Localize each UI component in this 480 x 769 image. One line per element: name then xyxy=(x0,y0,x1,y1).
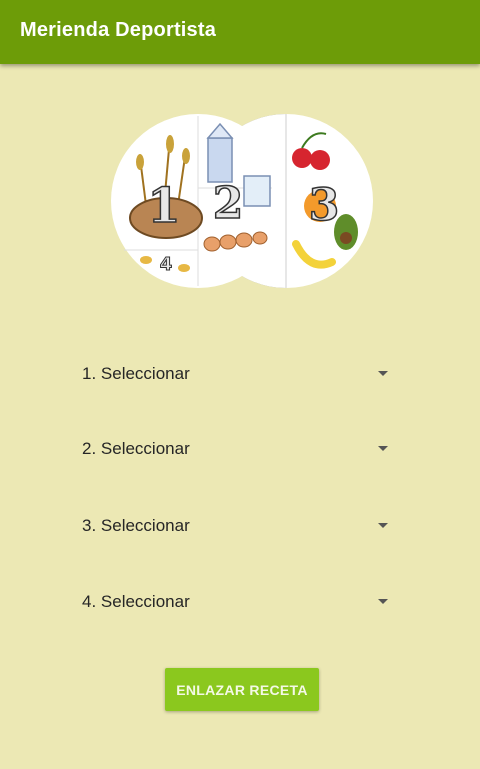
spinner-3-label: 3. Seleccionar xyxy=(82,516,190,535)
app-bar: Merienda Deportista xyxy=(0,0,480,64)
dropdown-arrow-icon xyxy=(378,371,388,376)
svg-text:1: 1 xyxy=(147,178,180,234)
enlazar-receta-button[interactable]: ENLAZAR RECETA xyxy=(165,668,319,711)
dropdown-arrow-icon xyxy=(378,599,388,604)
spinner-2-label: 2. Seleccionar xyxy=(82,439,190,458)
spinner-4-label: 4. Seleccionar xyxy=(82,592,190,611)
spinner-1[interactable]: 1. Seleccionar xyxy=(80,354,390,394)
dropdown-arrow-icon xyxy=(378,523,388,528)
dropdown-arrow-icon xyxy=(378,446,388,451)
food-groups-wheel-icon: 1 4 2 3 xyxy=(106,110,376,292)
app-title: Merienda Deportista xyxy=(20,19,217,41)
svg-text:2: 2 xyxy=(213,178,244,229)
spinner-3[interactable]: 3. Seleccionar xyxy=(80,506,390,546)
spinner-1-label: 1. Seleccionar xyxy=(82,364,190,383)
spinner-2[interactable]: 2. Seleccionar xyxy=(80,429,390,469)
svg-text:3: 3 xyxy=(309,180,340,231)
svg-text:4: 4 xyxy=(160,254,173,275)
spinner-4[interactable]: 4. Seleccionar xyxy=(80,582,390,622)
